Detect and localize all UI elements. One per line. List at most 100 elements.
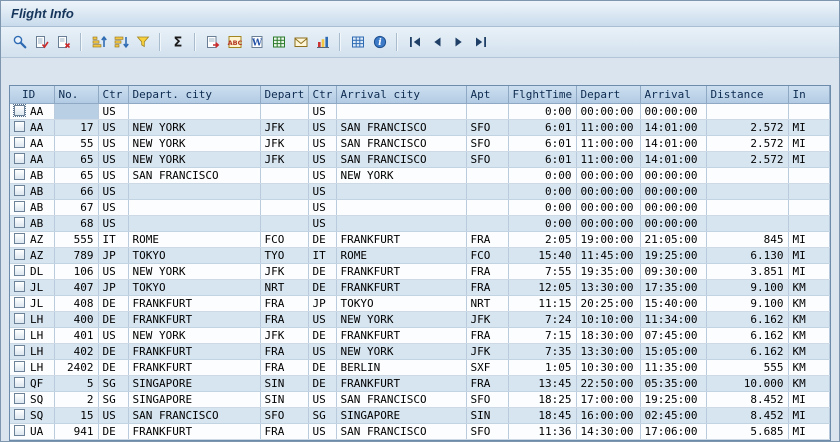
- cell-arrival_airport[interactable]: JFK: [466, 312, 508, 328]
- local-file-icon[interactable]: [202, 32, 223, 53]
- cell-depart_city[interactable]: SAN FRANCISCO: [128, 168, 260, 184]
- cell-arrival_time[interactable]: 07:45:00: [640, 328, 706, 344]
- cell-depart_city[interactable]: NEW YORK: [128, 328, 260, 344]
- cell-arrival_city[interactable]: SAN FRANCISCO: [336, 424, 466, 440]
- cell-ctr_arr[interactable]: DE: [308, 264, 336, 280]
- column-header-id[interactable]: ID: [10, 86, 54, 104]
- cell-id[interactable]: SQ: [10, 392, 54, 408]
- cell-unit[interactable]: [788, 104, 830, 120]
- cell-ctr_dep[interactable]: DE: [98, 312, 128, 328]
- cell-distance[interactable]: 8.452: [706, 392, 788, 408]
- cell-depart_city[interactable]: NEW YORK: [128, 264, 260, 280]
- cell-depart_city[interactable]: NEW YORK: [128, 152, 260, 168]
- cell-flight_time[interactable]: 6:01: [508, 136, 576, 152]
- cell-arrival_city[interactable]: NEW YORK: [336, 344, 466, 360]
- cell-ctr_dep[interactable]: US: [98, 184, 128, 200]
- cell-arrival_airport[interactable]: SFO: [466, 136, 508, 152]
- row-select-checkbox[interactable]: [14, 377, 25, 388]
- cell-depart_airport[interactable]: [260, 184, 308, 200]
- cell-no[interactable]: 106: [54, 264, 98, 280]
- row-select-checkbox[interactable]: [14, 409, 25, 420]
- cell-depart_city[interactable]: [128, 200, 260, 216]
- cell-depart_time[interactable]: 00:00:00: [576, 168, 640, 184]
- cell-unit[interactable]: KM: [788, 296, 830, 312]
- cell-arrival_airport[interactable]: [466, 216, 508, 232]
- cell-ctr_dep[interactable]: US: [98, 152, 128, 168]
- cell-arrival_airport[interactable]: [466, 168, 508, 184]
- row-select-checkbox[interactable]: [14, 169, 25, 180]
- cell-arrival_airport[interactable]: SFO: [466, 424, 508, 440]
- cell-depart_time[interactable]: 13:30:00: [576, 344, 640, 360]
- cell-id[interactable]: LH: [10, 328, 54, 344]
- table-row[interactable]: AB67USUS0:0000:00:0000:00:00: [10, 200, 830, 216]
- table-row[interactable]: JL408DEFRANKFURTFRAJPTOKYONRT11:1520:25:…: [10, 296, 830, 312]
- column-header-depart_city[interactable]: Depart. city: [128, 86, 260, 104]
- cell-depart_city[interactable]: FRANKFURT: [128, 424, 260, 440]
- cell-depart_time[interactable]: 11:45:00: [576, 248, 640, 264]
- cell-distance[interactable]: 9.100: [706, 280, 788, 296]
- table-row[interactable]: LH402DEFRANKFURTFRAUSNEW YORKJFK7:3513:3…: [10, 344, 830, 360]
- cell-unit[interactable]: KM: [788, 360, 830, 376]
- cell-no[interactable]: 68: [54, 216, 98, 232]
- cell-depart_airport[interactable]: SIN: [260, 392, 308, 408]
- cell-depart_airport[interactable]: TYO: [260, 248, 308, 264]
- cell-depart_time[interactable]: 19:35:00: [576, 264, 640, 280]
- cell-unit[interactable]: KM: [788, 376, 830, 392]
- graphic-icon[interactable]: [312, 32, 333, 53]
- cell-no[interactable]: 66: [54, 184, 98, 200]
- cell-distance[interactable]: 9.100: [706, 296, 788, 312]
- table-row[interactable]: DL106USNEW YORKJFKDEFRANKFURTFRA7:5519:3…: [10, 264, 830, 280]
- cell-arrival_city[interactable]: SAN FRANCISCO: [336, 152, 466, 168]
- row-select-checkbox[interactable]: [14, 217, 25, 228]
- cell-arrival_city[interactable]: NEW YORK: [336, 168, 466, 184]
- column-header-ctr_dep[interactable]: Ctr: [98, 86, 128, 104]
- spreadsheet-icon[interactable]: [268, 32, 289, 53]
- cell-id[interactable]: AB: [10, 216, 54, 232]
- cell-ctr_dep[interactable]: SG: [98, 392, 128, 408]
- cell-distance[interactable]: 10.000: [706, 376, 788, 392]
- cell-ctr_dep[interactable]: US: [98, 200, 128, 216]
- cell-flight_time[interactable]: 2:05: [508, 232, 576, 248]
- cell-depart_city[interactable]: TOKYO: [128, 280, 260, 296]
- cell-distance[interactable]: 845: [706, 232, 788, 248]
- cell-flight_time[interactable]: 15:40: [508, 248, 576, 264]
- cell-depart_city[interactable]: NEW YORK: [128, 136, 260, 152]
- cell-arrival_city[interactable]: SAN FRANCISCO: [336, 120, 466, 136]
- cell-depart_time[interactable]: 16:00:00: [576, 408, 640, 424]
- cell-arrival_airport[interactable]: FRA: [466, 376, 508, 392]
- cell-flight_time[interactable]: 11:15: [508, 296, 576, 312]
- cell-arrival_time[interactable]: 00:00:00: [640, 168, 706, 184]
- cell-distance[interactable]: 5.685: [706, 424, 788, 440]
- cell-arrival_city[interactable]: FRANKFURT: [336, 264, 466, 280]
- cell-distance[interactable]: [706, 168, 788, 184]
- cell-depart_time[interactable]: 18:30:00: [576, 328, 640, 344]
- cell-id[interactable]: AA: [10, 152, 54, 168]
- cell-no[interactable]: 17: [54, 120, 98, 136]
- cell-unit[interactable]: MI: [788, 120, 830, 136]
- cell-no[interactable]: 55: [54, 136, 98, 152]
- cell-depart_time[interactable]: 00:00:00: [576, 200, 640, 216]
- row-select-checkbox[interactable]: [14, 281, 25, 292]
- cell-distance[interactable]: 8.452: [706, 408, 788, 424]
- cell-flight_time[interactable]: 12:05: [508, 280, 576, 296]
- row-select-checkbox[interactable]: [14, 313, 25, 324]
- sort-descending-icon[interactable]: [110, 32, 131, 53]
- cell-unit[interactable]: [788, 168, 830, 184]
- cell-distance[interactable]: 3.851: [706, 264, 788, 280]
- row-select-checkbox[interactable]: [14, 329, 25, 340]
- cell-arrival_airport[interactable]: SFO: [466, 120, 508, 136]
- cell-distance[interactable]: 555: [706, 360, 788, 376]
- cell-ctr_arr[interactable]: US: [308, 104, 336, 120]
- cell-depart_airport[interactable]: SFO: [260, 408, 308, 424]
- cell-id[interactable]: AB: [10, 200, 54, 216]
- column-header-unit[interactable]: In: [788, 86, 830, 104]
- cell-ctr_arr[interactable]: US: [308, 424, 336, 440]
- column-header-arrival_city[interactable]: Arrival city: [336, 86, 466, 104]
- cell-distance[interactable]: [706, 216, 788, 232]
- cell-id[interactable]: AA: [10, 136, 54, 152]
- cell-ctr_arr[interactable]: US: [308, 168, 336, 184]
- table-row[interactable]: UA941DEFRANKFURTFRAUSSAN FRANCISCOSFO11:…: [10, 424, 830, 440]
- cell-id[interactable]: DL: [10, 264, 54, 280]
- row-select-checkbox[interactable]: [14, 297, 25, 308]
- cell-depart_airport[interactable]: [260, 216, 308, 232]
